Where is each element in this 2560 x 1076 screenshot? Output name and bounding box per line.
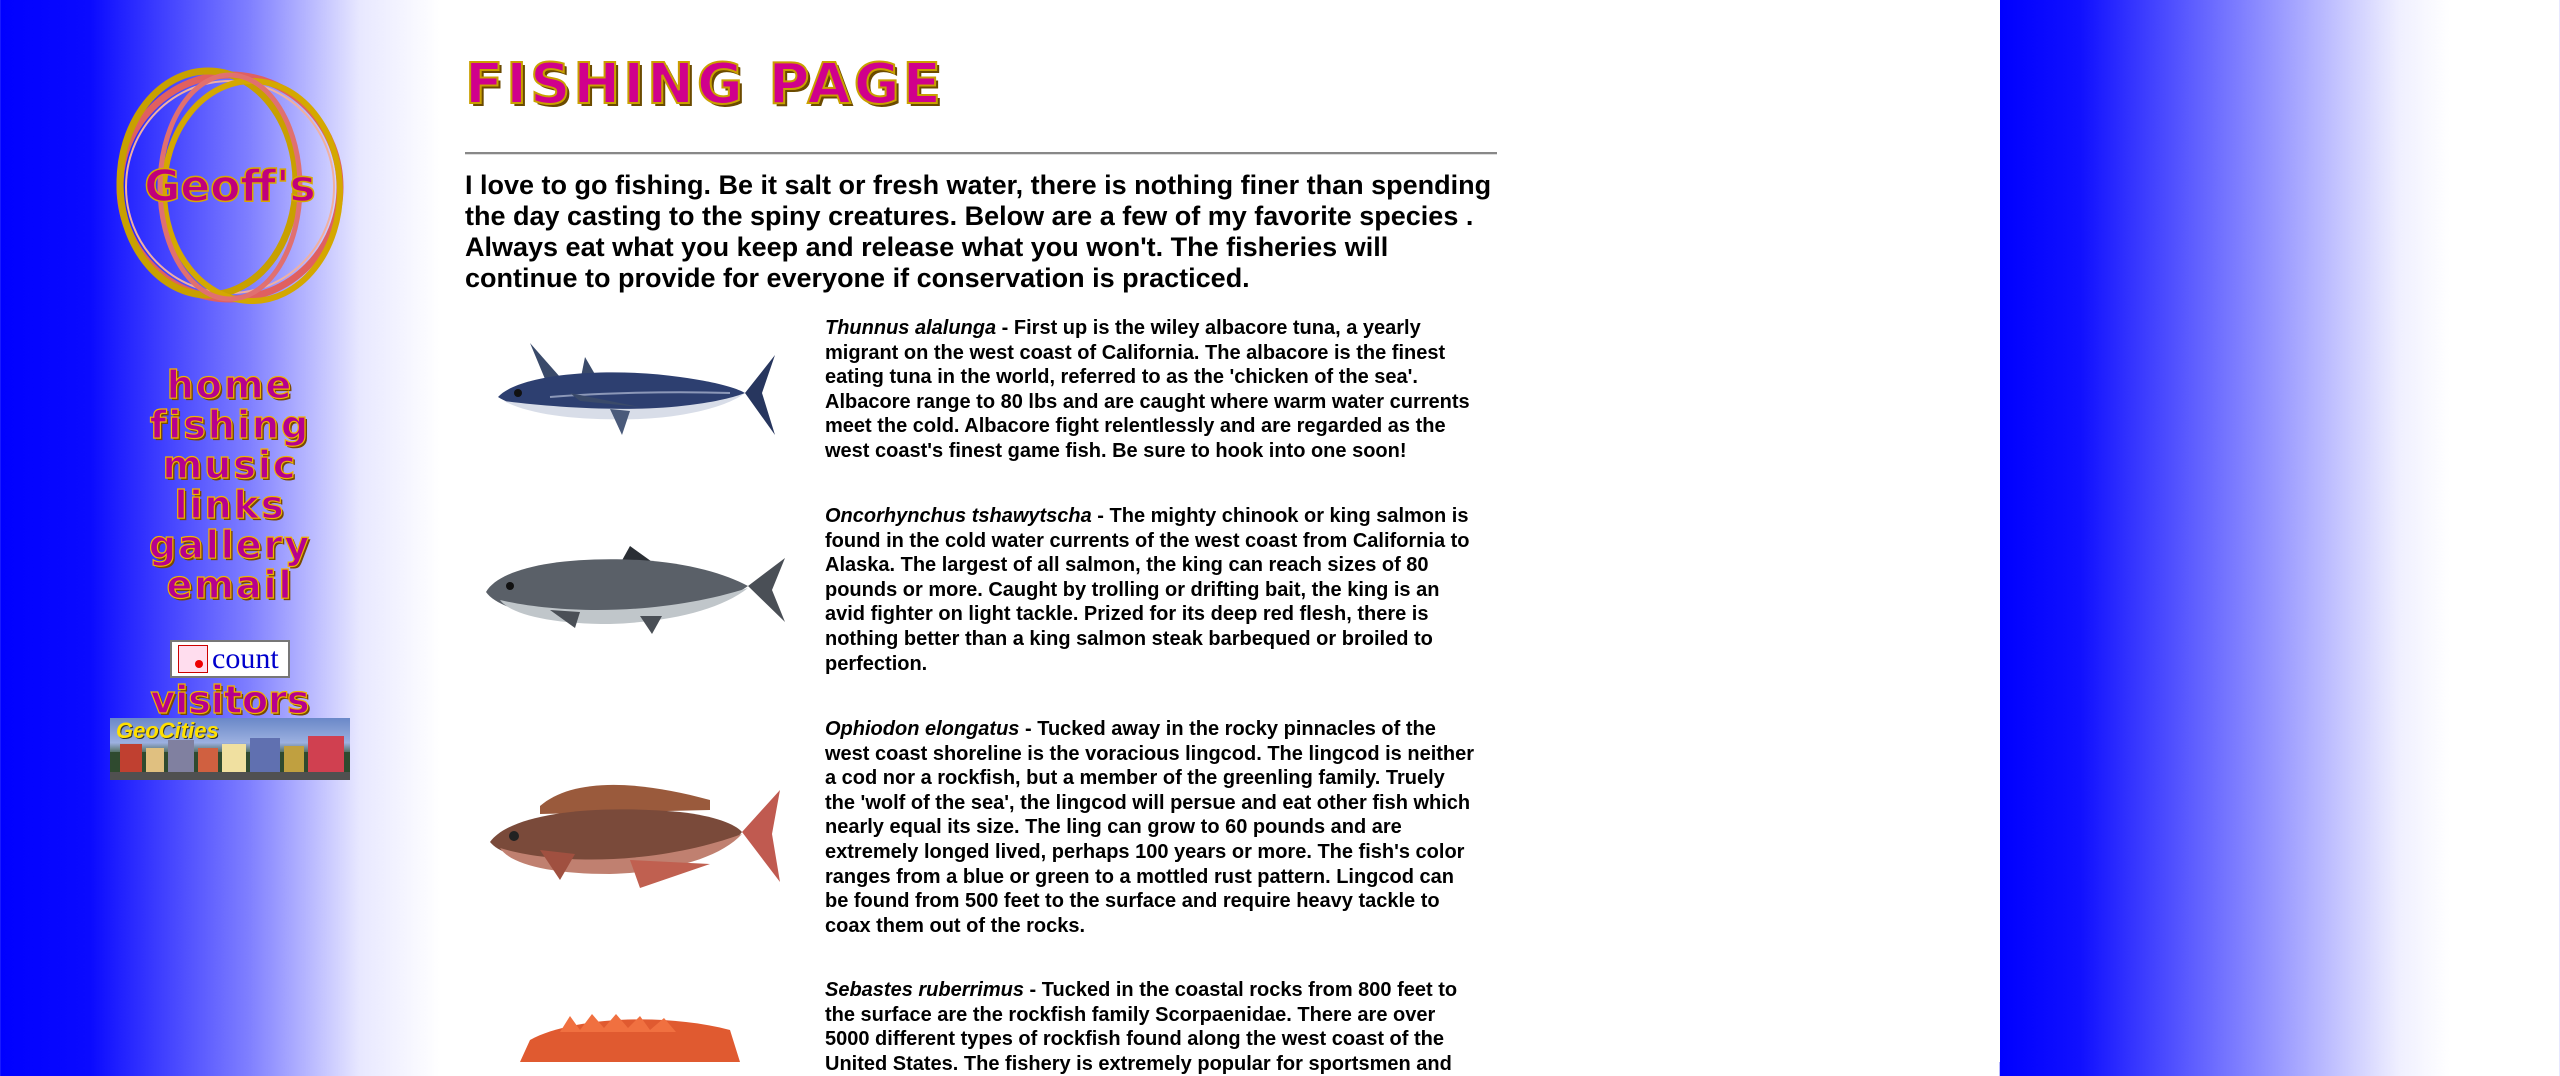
nav-links[interactable]: links xyxy=(100,484,360,525)
nav-email[interactable]: email xyxy=(100,564,360,605)
species-separator: - xyxy=(996,317,1014,339)
species-name: Thunnus alalunga xyxy=(825,317,997,339)
species-separator: - xyxy=(1023,979,1042,1001)
species-name: Oncorhynchus tshawytscha xyxy=(825,505,1092,527)
geocities-banner[interactable]: GeoCities xyxy=(110,718,350,780)
divider xyxy=(465,152,1497,155)
logo-text: Geoff's xyxy=(144,161,316,212)
species-description: Tucked away in the rocky pinnacles of th… xyxy=(825,718,1475,937)
counter-text: count xyxy=(212,642,279,675)
nav-home[interactable]: home xyxy=(100,364,360,405)
species-lingcod: Ophiodon elongatus - Tucked away in the … xyxy=(825,717,1480,938)
chinook-salmon-image xyxy=(486,546,785,634)
visitors-label: visitors xyxy=(150,677,310,722)
species-rockfish: Sebastes ruberrimus - Tucked in the coas… xyxy=(825,978,1480,1076)
page-title: FISHING PAGE xyxy=(464,52,944,117)
broken-image-icon xyxy=(178,645,208,673)
sidebar-nav: home fishing music links gallery email xyxy=(100,364,360,605)
species-description: The mighty chinook or king salmon is fou… xyxy=(825,505,1470,675)
rockfish-image xyxy=(520,1014,740,1062)
lingcod-image xyxy=(490,784,780,888)
species-name: Sebastes ruberrimus xyxy=(825,979,1024,1001)
visitor-counter: count xyxy=(170,640,290,678)
nav-music[interactable]: music xyxy=(100,444,360,485)
species-separator: - xyxy=(1091,505,1110,527)
intro-paragraph: I love to go fishing. Be it salt or fres… xyxy=(465,170,1492,293)
geoffs-logo[interactable]: Geoff's xyxy=(110,65,350,305)
nav-fishing[interactable]: fishing xyxy=(100,404,360,445)
species-chinook: Oncorhynchus tshawytscha - The mighty ch… xyxy=(825,504,1480,676)
albacore-tuna-image xyxy=(498,343,775,435)
geocities-text: GeoCities xyxy=(116,718,219,743)
species-albacore: Thunnus alalunga - First up is the wiley… xyxy=(825,316,1480,464)
species-name: Ophiodon elongatus xyxy=(825,718,1020,740)
species-separator: - xyxy=(1019,718,1038,740)
nav-gallery[interactable]: gallery xyxy=(100,524,360,565)
